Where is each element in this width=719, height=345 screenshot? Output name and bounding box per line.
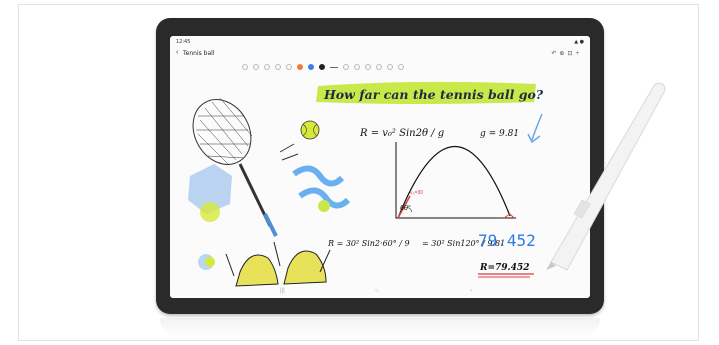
stylus-pen	[546, 82, 666, 271]
